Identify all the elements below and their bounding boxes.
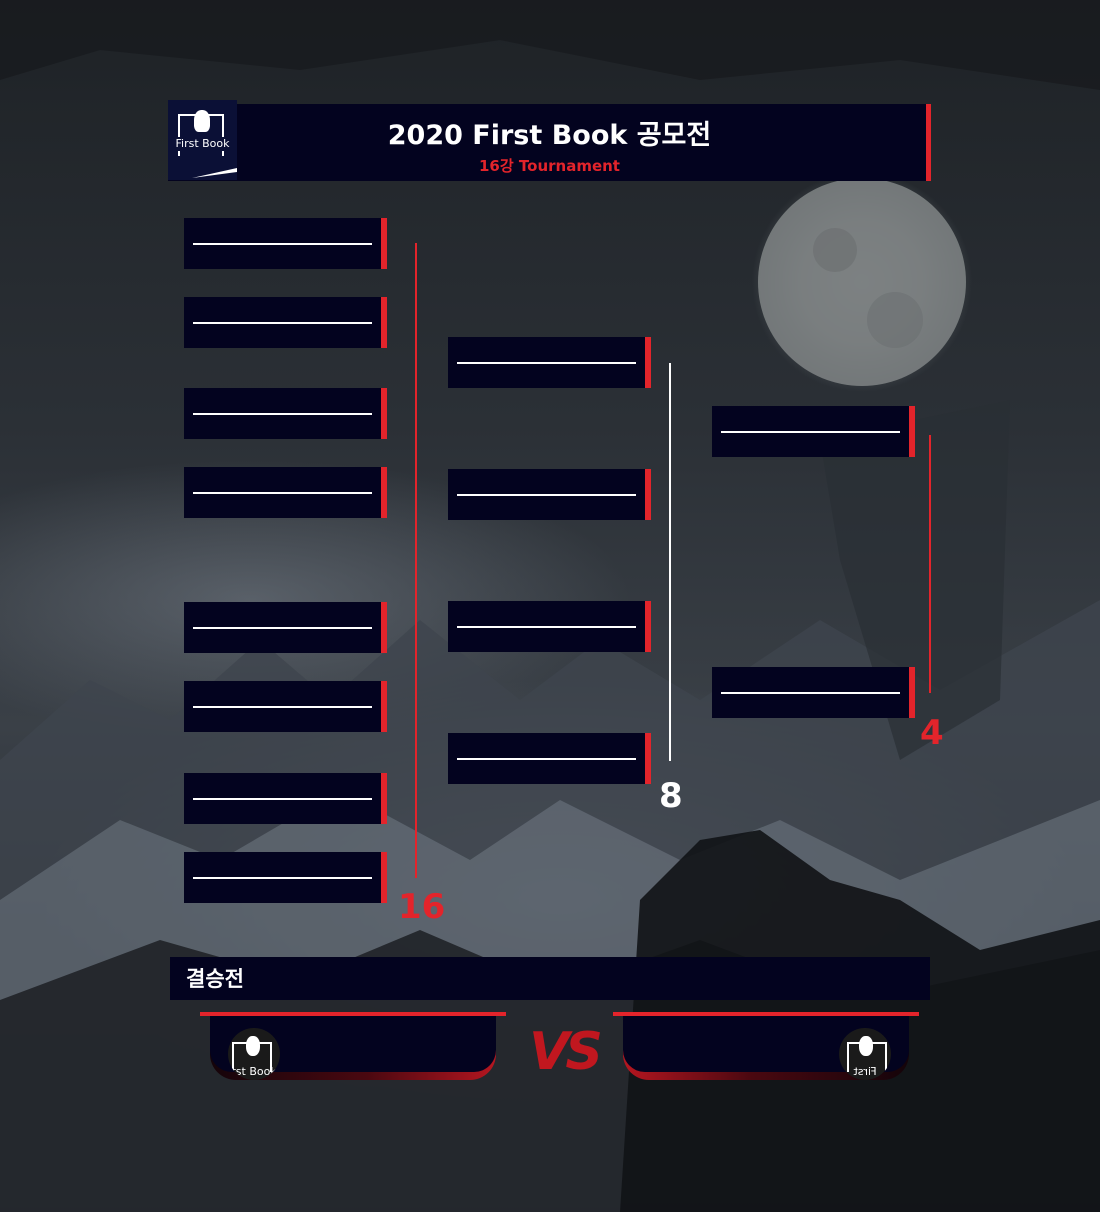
- r16-slot-4[interactable]: [184, 467, 387, 518]
- moon-icon: [758, 178, 966, 386]
- left-logo-text: rst Book: [231, 1065, 277, 1078]
- r16-bracket-line: [415, 243, 417, 878]
- final-label: 결승전: [186, 967, 244, 991]
- final-header-bar: [170, 957, 930, 1000]
- r4-slot-1[interactable]: [712, 406, 915, 457]
- vs-label: VS: [529, 1022, 603, 1082]
- r16-slot-5[interactable]: [184, 602, 387, 653]
- final-slot-left[interactable]: rst Book: [200, 1012, 506, 1080]
- r8-slot-1[interactable]: [448, 337, 651, 388]
- right-logo-text: First Book: [851, 1065, 878, 1080]
- r16-slot-1[interactable]: [184, 218, 387, 269]
- r8-slot-2[interactable]: [448, 469, 651, 520]
- r16-slot-6[interactable]: [184, 681, 387, 732]
- r16-label: 16: [398, 887, 446, 927]
- r8-slot-4[interactable]: [448, 733, 651, 784]
- first-book-logo-icon: First Book: [839, 1028, 891, 1080]
- final-slot-right[interactable]: First Book: [613, 1012, 919, 1080]
- r16-slot-7[interactable]: [184, 773, 387, 824]
- r4-slot-2[interactable]: [712, 667, 915, 718]
- page-subtitle: 16강 Tournament: [479, 157, 620, 175]
- r8-bracket-line: [669, 363, 671, 761]
- r4-bracket-line: [929, 435, 931, 693]
- r8-label: 8: [659, 776, 683, 816]
- r16-slot-3[interactable]: [184, 388, 387, 439]
- r16-slot-8[interactable]: [184, 852, 387, 903]
- r16-slot-2[interactable]: [184, 297, 387, 348]
- r4-label: 4: [920, 713, 944, 753]
- first-book-logo-icon: rst Book: [228, 1028, 280, 1080]
- r8-slot-3[interactable]: [448, 601, 651, 652]
- page-title: 2020 First Book 공모전: [387, 120, 712, 151]
